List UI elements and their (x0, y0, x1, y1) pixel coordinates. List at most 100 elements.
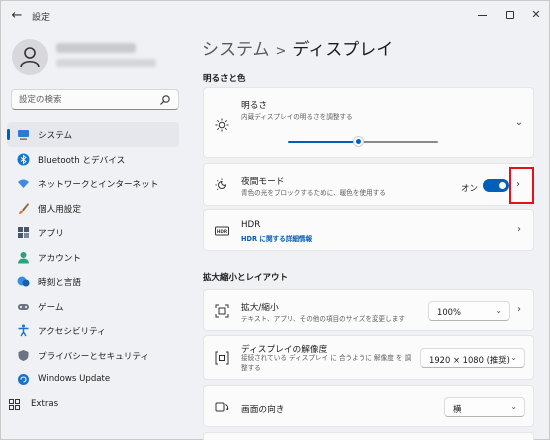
chevron-down-icon: ⌄ (510, 402, 517, 411)
sidebar-item-label: Bluetooth とデバイス (38, 155, 126, 166)
sidebar-item-label: アカウント (38, 253, 81, 264)
orientation-title: 画面の向き (241, 405, 285, 415)
apps-icon (18, 227, 29, 238)
account-icon (18, 251, 29, 263)
sidebar-item-system[interactable]: システム (7, 122, 179, 147)
svg-text:HDR: HDR (217, 229, 228, 234)
next-card-partial[interactable] (203, 432, 534, 440)
sidebar-item-personalization[interactable]: 個人用設定 (7, 196, 179, 221)
hdr-icon: HDR (215, 226, 229, 236)
hdr-learn-more-link[interactable]: HDR に関する詳細情報 (241, 233, 312, 243)
sidebar-item-network[interactable]: ネットワークとインターネット (7, 171, 179, 196)
wifi-icon (18, 179, 29, 188)
accessibility-icon (18, 324, 29, 337)
sidebar-item-label: アクセシビリティ (38, 327, 106, 337)
hdr-title: HDR (241, 220, 261, 230)
update-icon (18, 374, 29, 385)
close-icon: ✕ (531, 8, 541, 21)
chevron-right-icon[interactable]: › (514, 305, 524, 315)
chevron-down-icon[interactable]: ⌄ (514, 118, 524, 128)
minimize-icon (477, 14, 487, 16)
sidebar-nav: システム Bluetooth とデバイス ネットワークとインターネット 個人用設… (7, 122, 179, 416)
brightness-title: 明るさ (241, 101, 268, 111)
resolution-icon (215, 351, 229, 365)
resolution-card[interactable]: ディスプレイの解像度 接続されている ディスプレイ に 合うように 解像度 を … (203, 335, 534, 380)
chevron-down-icon: ⌄ (495, 306, 502, 315)
sidebar-item-bluetooth[interactable]: Bluetooth とデバイス (7, 147, 179, 172)
avatar[interactable] (12, 39, 48, 75)
toggle-knob (499, 182, 506, 189)
search-icon[interactable] (159, 94, 171, 106)
sidebar-item-label: ネットワークとインターネット (38, 180, 159, 190)
hdr-card[interactable]: HDR HDR HDR に関する詳細情報 › (203, 209, 534, 251)
scale-subtitle: テキスト、アプリ、その他の項目のサイズを変更します (241, 315, 405, 323)
sidebar-item-label: アプリ (38, 229, 64, 239)
sidebar-item-windows-update[interactable]: Windows Update (7, 367, 179, 392)
brightness-slider[interactable] (288, 136, 438, 147)
resolution-subtitle: 接続されている ディスプレイ に 合うように 解像度 を 調整する (241, 354, 412, 372)
brightness-icon (215, 118, 229, 132)
scale-title: 拡大/縮小 (241, 303, 279, 313)
scale-card[interactable]: 拡大/縮小 テキスト、アプリ、その他の項目のサイズを変更します 100% ⌄ › (203, 289, 534, 331)
night-light-toggle[interactable] (483, 179, 509, 192)
sidebar-item-label: ゲーム (38, 302, 64, 313)
close-button[interactable]: ✕ (521, 4, 550, 26)
sidebar-item-time-language[interactable]: 時刻と言語 (7, 269, 179, 294)
slider-track-filled (288, 141, 359, 143)
brush-icon (19, 202, 29, 214)
gaming-icon (18, 303, 29, 310)
search-input[interactable] (19, 93, 159, 107)
sidebar-item-label: プライバシーとセキュリティ (38, 351, 150, 362)
night-light-title: 夜間モード (241, 177, 285, 187)
slider-track-empty (359, 141, 438, 143)
user-email: ████████████ (56, 59, 156, 67)
toggle-state-label: オン (461, 184, 479, 194)
sidebar-item-apps[interactable]: アプリ (7, 220, 179, 245)
system-icon (18, 130, 29, 140)
minimize-button[interactable] (467, 4, 497, 26)
section-title-scale-layout: 拡大縮小とレイアウト (203, 273, 289, 283)
scale-icon (215, 304, 229, 318)
orientation-value: 横 (453, 404, 462, 414)
sidebar-item-gaming[interactable]: ゲーム (7, 294, 179, 319)
page-title: ディスプレイ (292, 40, 394, 60)
brightness-card[interactable]: 明るさ 内蔵ディスプレイの明るさを調整する ⌄ (203, 87, 534, 158)
sidebar-item-label: Extras (31, 398, 59, 409)
orientation-dropdown[interactable]: 横 ⌄ (444, 397, 525, 417)
night-light-icon (215, 178, 227, 191)
person-icon (20, 47, 40, 68)
sidebar-item-extras[interactable]: Extras (7, 392, 179, 417)
resolution-value: 1920 × 1080 (推奨) (429, 355, 510, 365)
sidebar-item-accounts[interactable]: アカウント (7, 245, 179, 270)
user-name: ████ ████ (56, 43, 136, 53)
extras-icon (9, 398, 20, 410)
title-bar: ← 設定 ✕ (1, 1, 549, 31)
slider-thumb[interactable] (353, 136, 364, 147)
breadcrumb-separator: > (275, 44, 287, 59)
time-language-icon (17, 276, 30, 287)
search-box[interactable] (11, 89, 179, 110)
settings-window: ← 設定 ✕ ████ ████ ████████████ システム Bluet… (0, 0, 550, 440)
shield-icon (18, 349, 29, 361)
bluetooth-icon (17, 153, 30, 165)
sidebar-item-accessibility[interactable]: アクセシビリティ (7, 318, 179, 343)
window-title: 設定 (32, 13, 51, 23)
maximize-icon (506, 11, 514, 19)
sidebar-item-label: 時刻と言語 (38, 278, 81, 288)
night-light-subtitle: 青色の光をブロックするために、暖色を使用する (241, 189, 386, 197)
chevron-right-icon[interactable]: › (514, 225, 524, 235)
orientation-icon (215, 402, 229, 412)
night-light-card[interactable]: 夜間モード 青色の光をブロックするために、暖色を使用する オン › (203, 163, 534, 206)
breadcrumb-parent[interactable]: システム (202, 40, 270, 60)
breadcrumb: システム > ディスプレイ (202, 35, 393, 60)
orientation-card[interactable]: 画面の向き 横 ⌄ (203, 385, 534, 427)
sidebar-item-privacy[interactable]: プライバシーとセキュリティ (7, 343, 179, 368)
chevron-down-icon: ⌄ (510, 353, 517, 362)
sidebar-item-label: システム (38, 131, 73, 141)
scale-dropdown[interactable]: 100% ⌄ (428, 301, 510, 321)
sidebar-item-label: 個人用設定 (38, 204, 81, 215)
brightness-subtitle: 内蔵ディスプレイの明るさを調整する (241, 113, 353, 121)
section-title-brightness-color: 明るさと色 (203, 74, 246, 84)
resolution-dropdown[interactable]: 1920 × 1080 (推奨) ⌄ (420, 348, 525, 368)
back-arrow-icon[interactable]: ← (9, 8, 25, 24)
